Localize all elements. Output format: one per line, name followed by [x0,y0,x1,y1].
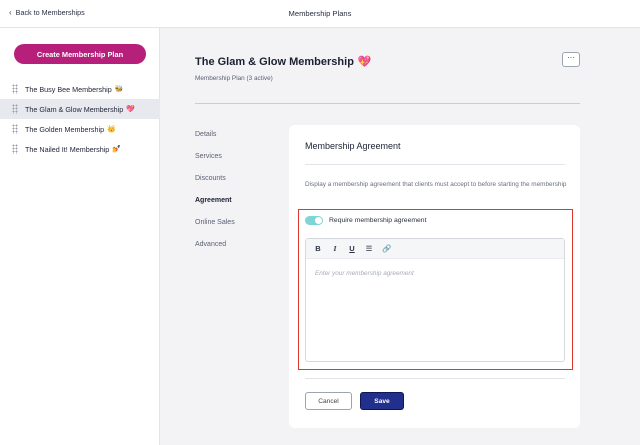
underline-icon[interactable]: U [348,244,356,253]
cancel-button[interactable]: Cancel [305,392,352,410]
link-icon[interactable]: 🔗 [382,244,391,253]
save-button[interactable]: Save [360,392,404,410]
bee-icon: 🐝 [114,86,124,93]
sidebar-item-glam-glow[interactable]: The Glam & Glow Membership 💖 [0,99,160,119]
nav-discounts[interactable]: Discounts [195,175,235,197]
list-icon[interactable]: ☰ [365,244,373,253]
nav-advanced[interactable]: Advanced [195,241,235,263]
sidebar-item-nailed-it[interactable]: The Nailed It! Membership 💅 [0,139,160,159]
card-title: Membership Agreement [305,141,401,151]
create-membership-plan-button[interactable]: Create Membership Plan [14,44,146,64]
top-bar: ‹ Back to Memberships Membership Plans [0,0,640,28]
crown-icon: 👑 [107,126,116,133]
settings-nav: Details Services Discounts Agreement Onl… [195,131,235,263]
plan-title-text: The Glam & Glow Membership [195,55,354,68]
agreement-card: Membership Agreement Display a membershi… [289,125,580,428]
sidebar-item-golden[interactable]: The Golden Membership 👑 [0,119,160,139]
card-divider [305,164,565,165]
page-header-title: Membership Plans [288,9,352,18]
drag-handle-icon[interactable] [12,144,18,154]
more-horizontal-icon: ··· [567,53,575,62]
agreement-text-input[interactable]: Enter your membership agreement [315,270,414,277]
italic-icon[interactable]: I [331,244,339,253]
bold-icon[interactable]: B [314,244,322,253]
header-divider [195,103,580,104]
drag-handle-icon[interactable] [12,84,18,94]
membership-plan-list: The Busy Bee Membership 🐝 The Glam & Glo… [0,79,160,159]
require-agreement-row: Require membership agreement [305,216,426,225]
main-content: The Glam & Glow Membership 💖 Membership … [160,28,640,445]
plan-label: The Glam & Glow Membership [25,104,124,114]
footer-divider [305,378,565,379]
require-agreement-toggle[interactable] [305,216,323,225]
drag-handle-icon[interactable] [12,124,18,134]
card-description: Display a membership agreement that clie… [305,181,567,188]
plan-label: The Busy Bee Membership [25,84,112,94]
nav-online-sales[interactable]: Online Sales [195,219,235,241]
nail-polish-icon: 💅 [112,146,122,153]
plan-label: The Nailed It! Membership [25,144,110,154]
nav-details[interactable]: Details [195,131,235,153]
page-title: The Glam & Glow Membership 💖 [195,55,372,69]
more-options-button[interactable]: ··· [562,52,580,67]
agreement-editor[interactable]: B I U ☰ 🔗 Enter your membership agreemen… [305,238,565,362]
plan-subtitle: Membership Plan (3 active) [195,75,273,82]
nav-agreement[interactable]: Agreement [195,197,235,219]
editor-toolbar: B I U ☰ 🔗 [306,239,564,259]
heart-icon: 💖 [357,56,372,68]
sidebar: Create Membership Plan The Busy Bee Memb… [0,28,160,445]
plan-label: The Golden Membership [25,124,105,134]
sidebar-item-busy-bee[interactable]: The Busy Bee Membership 🐝 [0,79,160,99]
heart-icon: 💖 [126,106,135,113]
toggle-label: Require membership agreement [329,217,427,224]
nav-services[interactable]: Services [195,153,235,175]
drag-handle-icon[interactable] [12,104,18,114]
